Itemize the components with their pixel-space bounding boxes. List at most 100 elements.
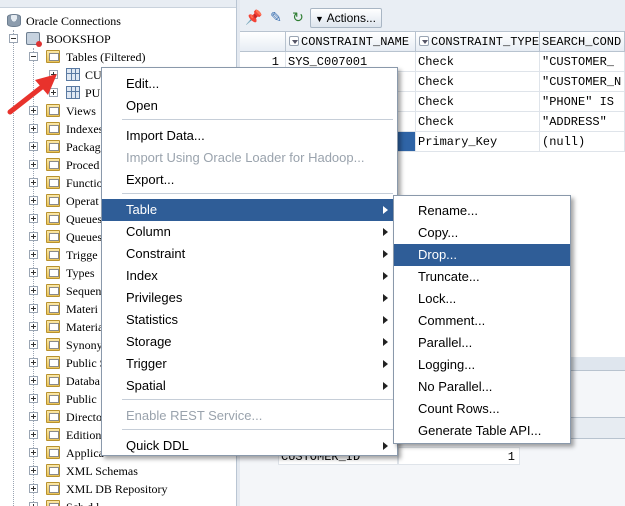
expand-toggle[interactable] xyxy=(29,196,38,205)
menu-item-label: Index xyxy=(126,268,158,283)
menu-item-privileges[interactable]: Privileges xyxy=(102,287,397,309)
collapse-toggle[interactable] xyxy=(9,34,18,43)
tree-node-xml-schemas[interactable]: XML Schemas xyxy=(0,462,236,480)
actions-dropdown-icon: ▼ xyxy=(315,14,324,24)
tree-node-label: Synony xyxy=(66,338,103,352)
expand-toggle[interactable] xyxy=(49,70,58,79)
cell-constraint-type[interactable]: Check xyxy=(416,72,540,92)
menu-item-label: Import Data... xyxy=(126,128,205,143)
tree-node-xml-db-repository[interactable]: XML DB Repository xyxy=(0,480,236,498)
tree-node-tables[interactable]: Tables (Filtered) xyxy=(0,48,236,66)
menu-item-edit[interactable]: Edit... xyxy=(102,73,397,95)
submenu-item-label: Copy... xyxy=(418,225,459,240)
menu-item-export[interactable]: Export... xyxy=(102,169,397,191)
actions-label: Actions... xyxy=(326,11,376,25)
cell-search-condition[interactable]: "ADDRESS" xyxy=(540,112,625,132)
cell-search-condition[interactable]: "PHONE" IS xyxy=(540,92,625,112)
submenu-item-no-parallel[interactable]: No Parallel... xyxy=(394,376,570,398)
submenu-item-truncate[interactable]: Truncate... xyxy=(394,266,570,288)
menu-item-table[interactable]: Table xyxy=(102,199,397,221)
column-header-constraint-type[interactable]: CONSTRAINT_TYPE xyxy=(416,32,540,52)
column-header-search-condition[interactable]: SEARCH_COND xyxy=(540,32,625,52)
menu-item-column[interactable]: Column xyxy=(102,221,397,243)
menu-item-label: Quick DDL xyxy=(126,438,189,453)
tables-label: Tables (Filtered) xyxy=(66,50,146,64)
menu-item-constraint[interactable]: Constraint xyxy=(102,243,397,265)
menu-item-import-data[interactable]: Import Data... xyxy=(102,125,397,147)
submenu-item-lock[interactable]: Lock... xyxy=(394,288,570,310)
tree-node-label: Materia xyxy=(66,320,104,334)
expand-toggle[interactable] xyxy=(29,124,38,133)
submenu-item-comment[interactable]: Comment... xyxy=(394,310,570,332)
expand-toggle[interactable] xyxy=(29,448,38,457)
expand-toggle[interactable] xyxy=(29,232,38,241)
table-icon xyxy=(66,68,80,81)
expand-toggle[interactable] xyxy=(29,250,38,259)
expand-toggle[interactable] xyxy=(29,394,38,403)
submenu-item-generate-table-api[interactable]: Generate Table API... xyxy=(394,420,570,442)
tree-root-oracle-connections[interactable]: Oracle Connections xyxy=(0,12,236,30)
folder-icon xyxy=(46,104,60,117)
menu-item-label: Open xyxy=(126,98,158,113)
column-header-constraint-name[interactable]: CONSTRAINT_NAME xyxy=(286,32,416,52)
expand-toggle[interactable] xyxy=(29,142,38,151)
expand-toggle[interactable] xyxy=(29,178,38,187)
cell-constraint-type[interactable]: Check xyxy=(416,52,540,72)
submenu-item-label: Generate Table API... xyxy=(418,423,542,438)
expand-toggle[interactable] xyxy=(29,268,38,277)
submenu-item-copy[interactable]: Copy... xyxy=(394,222,570,244)
refresh-icon[interactable]: ↻ xyxy=(289,8,307,26)
submenu-item-rename[interactable]: Rename... xyxy=(394,200,570,222)
pin-icon[interactable]: 📌 xyxy=(245,8,263,26)
expand-toggle[interactable] xyxy=(29,106,38,115)
expand-toggle[interactable] xyxy=(29,466,38,475)
cell-constraint-type[interactable]: Check xyxy=(416,112,540,132)
tree-node-label: Queues xyxy=(66,230,102,244)
menu-item-index[interactable]: Index xyxy=(102,265,397,287)
pencil-icon[interactable]: ✎ xyxy=(267,8,285,26)
expand-toggle[interactable] xyxy=(29,286,38,295)
expand-toggle[interactable] xyxy=(29,322,38,331)
row-number-header xyxy=(240,32,286,52)
expand-toggle[interactable] xyxy=(29,358,38,367)
submenu-item-count-rows[interactable]: Count Rows... xyxy=(394,398,570,420)
menu-item-quick-ddl[interactable]: Quick DDL xyxy=(102,435,397,457)
expand-toggle[interactable] xyxy=(29,412,38,421)
expand-toggle[interactable] xyxy=(29,376,38,385)
actions-button[interactable]: ▼ Actions... xyxy=(310,8,382,28)
sort-icon[interactable] xyxy=(419,36,429,46)
menu-item-statistics[interactable]: Statistics xyxy=(102,309,397,331)
tree-node-label: Applica xyxy=(66,446,104,460)
submenu-item-logging[interactable]: Logging... xyxy=(394,354,570,376)
submenu-item-label: Drop... xyxy=(418,247,458,262)
folder-icon xyxy=(46,410,60,423)
expand-toggle[interactable] xyxy=(49,88,58,97)
cell-constraint-type[interactable]: Primary_Key xyxy=(416,132,540,152)
menu-separator xyxy=(122,399,393,400)
menu-item-trigger[interactable]: Trigger xyxy=(102,353,397,375)
tree-node-label: Sequen xyxy=(66,284,102,298)
collapse-toggle[interactable] xyxy=(29,52,38,61)
cell-search-condition[interactable]: "CUSTOMER_ xyxy=(540,52,625,72)
expand-toggle[interactable] xyxy=(29,430,38,439)
menu-item-storage[interactable]: Storage xyxy=(102,331,397,353)
tree-node-bookshop[interactable]: BOOKSHOP xyxy=(0,30,236,48)
results-toolbar: 📌 ✎ ↻ ▼ Actions... xyxy=(240,0,625,32)
tree-node-sch-d-l[interactable]: Sch d l xyxy=(0,498,236,506)
expand-toggle[interactable] xyxy=(29,502,38,506)
menu-item-spatial[interactable]: Spatial xyxy=(102,375,397,397)
folder-icon xyxy=(46,176,60,189)
expand-toggle[interactable] xyxy=(29,160,38,169)
expand-toggle[interactable] xyxy=(29,484,38,493)
folder-icon xyxy=(46,320,60,333)
cell-search-condition[interactable]: (null) xyxy=(540,132,625,152)
cell-search-condition[interactable]: "CUSTOMER_N xyxy=(540,72,625,92)
menu-item-open[interactable]: Open xyxy=(102,95,397,117)
submenu-item-parallel[interactable]: Parallel... xyxy=(394,332,570,354)
sort-icon[interactable] xyxy=(289,36,299,46)
submenu-item-drop[interactable]: Drop... xyxy=(394,244,570,266)
cell-constraint-type[interactable]: Check xyxy=(416,92,540,112)
expand-toggle[interactable] xyxy=(29,214,38,223)
expand-toggle[interactable] xyxy=(29,304,38,313)
expand-toggle[interactable] xyxy=(29,340,38,349)
